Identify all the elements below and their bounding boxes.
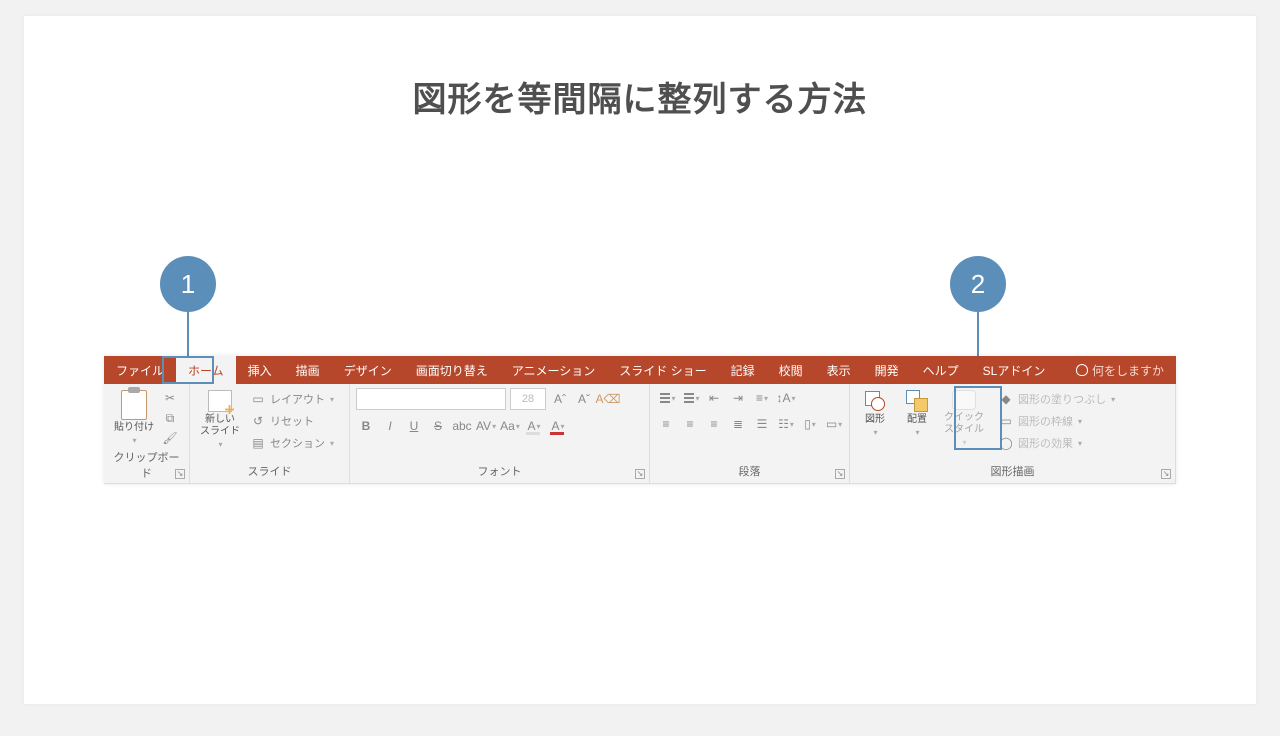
tab-file[interactable]: ファイル [104,356,176,384]
distribute-button[interactable]: ☰ [752,414,772,434]
tab-slideshow[interactable]: スライド ショー [607,356,718,384]
change-case-button[interactable]: Aa▾ [500,416,520,436]
group-label-slides: スライド [196,461,343,483]
clipboard-launcher[interactable]: ↘ [175,469,185,479]
reset-button[interactable]: ↺リセット [248,412,336,430]
new-slide-icon [208,390,232,412]
arrange-icon [906,390,928,412]
group-label-drawing: 図形描画 [856,461,1169,483]
ribbon-tabs: ファイル ホーム 挿入 描画 デザイン 画面切り替え アニメーション スライド … [104,356,1176,384]
ribbon: ファイル ホーム 挿入 描画 デザイン 画面切り替え アニメーション スライド … [104,356,1176,484]
cut-icon[interactable]: ✂ [162,390,178,406]
bullets-icon [656,392,670,404]
outline-icon: ▭ [998,413,1014,429]
shape-outline-button[interactable]: ▭図形の枠線▾ [996,412,1117,430]
line-spacing-button[interactable]: ≡▾ [752,388,772,408]
tell-me[interactable]: 何をしますか [1064,356,1176,384]
font-name-combo[interactable] [356,388,506,410]
align-right-button[interactable]: ≡ [704,414,724,434]
shadow-button[interactable]: abc [452,416,472,436]
layout-button[interactable]: ▭レイアウト▾ [248,390,336,408]
text-direction-button[interactable]: ↕A▾ [776,388,796,408]
highlight-color-button[interactable]: A▾ [524,416,544,436]
char-spacing-button[interactable]: AV▾ [476,416,496,436]
drawing-launcher[interactable]: ↘ [1161,469,1171,479]
tab-animations[interactable]: アニメーション [500,356,608,384]
tab-review[interactable]: 校閲 [767,356,815,384]
decrease-indent-button[interactable]: ⇤ [704,388,724,408]
shape-fill-button[interactable]: ◆図形の塗りつぶし▾ [996,390,1117,408]
group-label-clipboard: クリップボード [110,447,183,485]
tab-record[interactable]: 記録 [719,356,767,384]
tab-help[interactable]: ヘルプ [911,356,971,384]
numbering-button[interactable]: ▾ [680,388,700,408]
callout-1: 1 [160,256,216,356]
quick-styles-button[interactable]: クイック スタイル ▾ [940,388,988,449]
callout-1-badge: 1 [160,256,216,312]
arrange-button[interactable]: 配置 ▾ [898,388,936,439]
grow-font-button[interactable]: Aˆ [550,389,570,409]
justify-button[interactable]: ≣ [728,414,748,434]
tab-developer[interactable]: 開発 [863,356,911,384]
group-label-font: フォント [356,461,643,483]
align-text-button[interactable]: ▯▾ [800,414,820,434]
fill-icon: ◆ [998,391,1014,407]
smartart-button[interactable]: ▭▾ [824,414,844,434]
shapes-icon [864,390,886,412]
tell-me-label: 何をしますか [1092,362,1164,379]
numbering-icon [680,392,694,404]
underline-button[interactable]: U [404,416,424,436]
clipboard-icon [121,390,147,420]
page-title: 図形を等間隔に整列する方法 [24,16,1256,121]
shape-effects-button[interactable]: ◯図形の効果▾ [996,434,1117,452]
align-left-button[interactable]: ≡ [656,414,676,434]
tab-home[interactable]: ホーム [176,356,236,384]
tab-transitions[interactable]: 画面切り替え [404,356,500,384]
tab-design[interactable]: デザイン [332,356,404,384]
effects-icon: ◯ [998,435,1014,451]
tab-addin[interactable]: SLアドイン [971,356,1058,384]
columns-button[interactable]: ☷▾ [776,414,796,434]
bullets-button[interactable]: ▾ [656,388,676,408]
font-launcher[interactable]: ↘ [635,469,645,479]
section-button[interactable]: ▤セクション▾ [248,434,336,452]
quick-styles-icon [952,390,976,410]
lightbulb-icon [1076,364,1088,376]
paste-button[interactable]: 貼り付け ▾ [110,388,158,447]
shrink-font-button[interactable]: Aˇ [574,389,594,409]
group-label-paragraph: 段落 [656,461,843,483]
tab-insert[interactable]: 挿入 [236,356,284,384]
increase-indent-button[interactable]: ⇥ [728,388,748,408]
italic-button[interactable]: I [380,416,400,436]
layout-icon: ▭ [250,391,266,407]
format-painter-icon[interactable]: 🖌 [162,430,178,446]
font-color-button[interactable]: A▾ [548,416,568,436]
clear-format-button[interactable]: A⌫ [598,389,618,409]
strike-button[interactable]: S [428,416,448,436]
bold-button[interactable]: B [356,416,376,436]
copy-icon[interactable]: ⧉ [162,410,178,426]
tab-view[interactable]: 表示 [815,356,863,384]
tab-draw[interactable]: 描画 [284,356,332,384]
font-size-combo[interactable]: 28 [510,388,546,410]
new-slide-button[interactable]: 新しい スライド ▾ [196,388,244,451]
shapes-button[interactable]: 図形 ▾ [856,388,894,439]
section-icon: ▤ [250,435,266,451]
paragraph-launcher[interactable]: ↘ [835,469,845,479]
callout-2: 2 [950,256,1006,356]
align-center-button[interactable]: ≡ [680,414,700,434]
callout-2-badge: 2 [950,256,1006,312]
reset-icon: ↺ [250,413,266,429]
